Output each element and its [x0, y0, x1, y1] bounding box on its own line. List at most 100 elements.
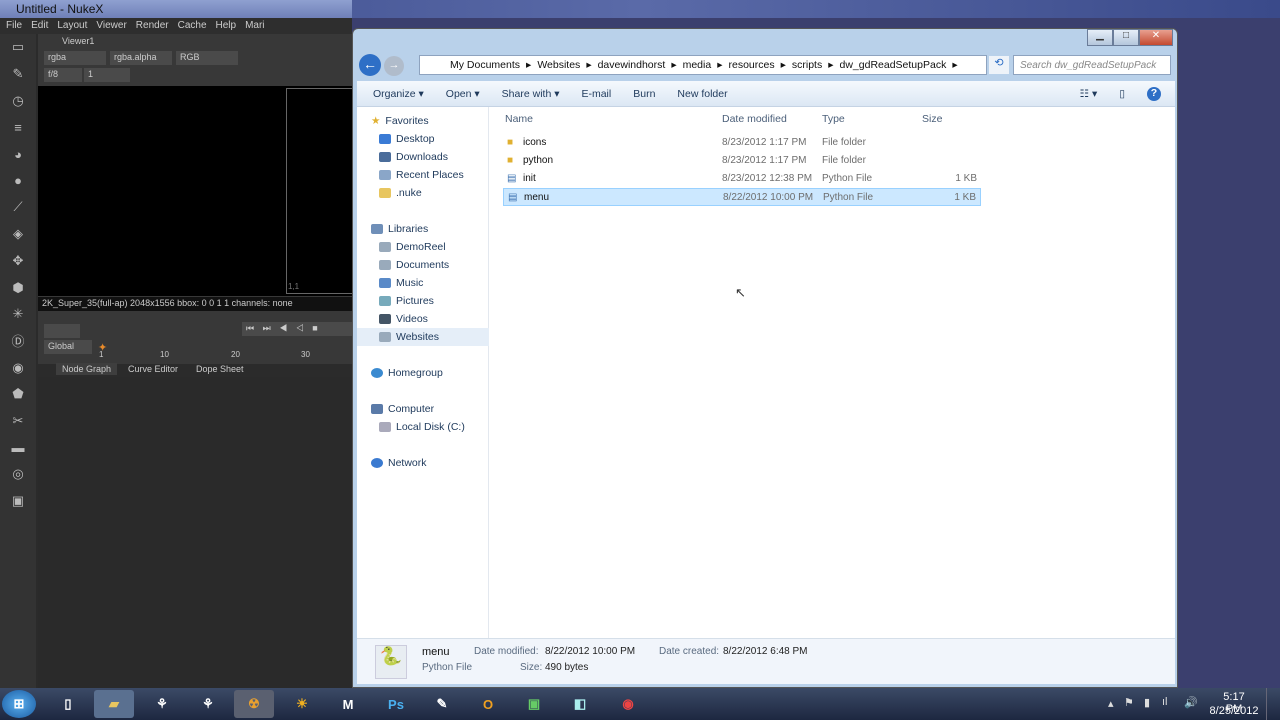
- nav-websites[interactable]: Websites: [357, 328, 489, 346]
- crumb[interactable]: scripts: [792, 59, 822, 71]
- colorspace-dropdown[interactable]: RGB: [176, 51, 238, 65]
- nav-computer[interactable]: Computer: [357, 400, 489, 418]
- nav-local-disk[interactable]: Local Disk (C:): [357, 418, 489, 436]
- taskbar-sun-icon[interactable]: ☀: [282, 690, 322, 718]
- action-center-icon[interactable]: ⚑: [1124, 696, 1134, 709]
- address-bar[interactable]: My Documents▸ Websites▸ davewindhorst▸ m…: [419, 55, 987, 75]
- close-button[interactable]: ✕: [1139, 29, 1173, 46]
- crumb[interactable]: davewindhorst: [598, 59, 666, 71]
- furnace-icon[interactable]: ▬: [0, 434, 36, 461]
- particles-icon[interactable]: ✳: [0, 301, 36, 328]
- viewer-tab[interactable]: Viewer1: [62, 36, 94, 46]
- taskbar-outlook-icon[interactable]: O: [468, 690, 508, 718]
- taskbar-notepad-icon[interactable]: ✎: [422, 690, 462, 718]
- volume-icon[interactable]: 🔊: [1184, 696, 1198, 709]
- nav-pictures[interactable]: Pictures: [357, 292, 489, 310]
- organize-button[interactable]: Organize ▾: [373, 88, 424, 100]
- menu-cache[interactable]: Cache: [178, 20, 207, 32]
- network-tray-icon[interactable]: ıl: [1162, 696, 1168, 708]
- menu-mari[interactable]: Mari: [245, 20, 264, 32]
- gizmo-icon[interactable]: ▣: [0, 488, 36, 515]
- column-size[interactable]: Size: [922, 113, 942, 125]
- taskbar-mari-icon[interactable]: M: [328, 690, 368, 718]
- merge-icon[interactable]: ◈: [0, 221, 36, 248]
- taskbar-app-icon[interactable]: ▯: [48, 690, 88, 718]
- nav-libraries[interactable]: Libraries: [357, 220, 489, 238]
- menu-render[interactable]: Render: [136, 20, 169, 32]
- fstop-control[interactable]: f/8: [44, 68, 82, 82]
- file-row[interactable]: ■icons8/23/2012 1:17 PMFile folder: [503, 134, 981, 152]
- nav-network[interactable]: Network: [357, 454, 489, 472]
- taskbar-app2-icon[interactable]: ▣: [514, 690, 554, 718]
- draw-icon[interactable]: ✎: [0, 61, 36, 88]
- transform-icon[interactable]: ✥: [0, 248, 36, 275]
- nav-recent-places[interactable]: Recent Places: [357, 166, 489, 184]
- search-input[interactable]: Search dw_gdReadSetupPack: [1013, 55, 1171, 75]
- nav-desktop[interactable]: Desktop: [357, 130, 489, 148]
- node-graph[interactable]: [38, 377, 352, 688]
- nav-videos[interactable]: Videos: [357, 310, 489, 328]
- metadata-icon[interactable]: ⬟: [0, 381, 36, 408]
- column-date-modified[interactable]: Date modified: [722, 113, 787, 125]
- view-options-icon[interactable]: ☷ ▾: [1080, 88, 1098, 100]
- nav-demoreel[interactable]: DemoReel: [357, 238, 489, 256]
- forward-button[interactable]: →: [384, 56, 404, 76]
- taskbar-nuke2-icon[interactable]: ⚘: [188, 690, 228, 718]
- image-icon[interactable]: ▭: [0, 34, 36, 61]
- file-row[interactable]: ▤init8/23/2012 12:38 PMPython File1 KB: [503, 170, 981, 188]
- viewer-canvas[interactable]: 1,1: [38, 86, 352, 296]
- column-name[interactable]: Name: [505, 113, 533, 125]
- time-icon[interactable]: ◷: [0, 87, 36, 114]
- filter-icon[interactable]: ●: [0, 167, 36, 194]
- taskbar-app3-icon[interactable]: ◧: [560, 690, 600, 718]
- frame-input[interactable]: [44, 324, 80, 338]
- minimize-button[interactable]: ▁: [1087, 29, 1113, 46]
- nav-downloads[interactable]: Downloads: [357, 148, 489, 166]
- taskbar-explorer-icon[interactable]: ▰: [94, 690, 134, 718]
- open-button[interactable]: Open ▾: [446, 88, 480, 100]
- nav-favorites[interactable]: ★Favorites: [357, 112, 489, 130]
- clock-date[interactable]: 8/25/2012: [1206, 705, 1262, 717]
- power-icon[interactable]: ▮: [1144, 696, 1150, 709]
- preview-pane-icon[interactable]: ▯: [1119, 88, 1125, 100]
- email-button[interactable]: E-mail: [581, 88, 611, 100]
- playback-controls[interactable]: ⏮ ⏭ ◀ ◁ ■: [242, 322, 352, 336]
- tab-node-graph[interactable]: Node Graph: [56, 363, 117, 375]
- menu-viewer[interactable]: Viewer: [96, 20, 126, 32]
- menu-file[interactable]: File: [6, 20, 22, 32]
- crumb[interactable]: media: [683, 59, 712, 71]
- column-type[interactable]: Type: [822, 113, 845, 125]
- crumb[interactable]: My Documents: [450, 59, 520, 71]
- help-icon[interactable]: ?: [1147, 87, 1161, 101]
- crumb[interactable]: dw_gdReadSetupPack: [840, 59, 947, 71]
- tab-dope-sheet[interactable]: Dope Sheet: [190, 363, 250, 375]
- timeline-mode-dropdown[interactable]: Global: [44, 340, 92, 354]
- menu-edit[interactable]: Edit: [31, 20, 48, 32]
- alpha-dropdown[interactable]: rgba.alpha: [110, 51, 172, 65]
- menu-help[interactable]: Help: [216, 20, 237, 32]
- taskbar-nuke-icon[interactable]: ⚘: [142, 690, 182, 718]
- show-desktop-button[interactable]: [1266, 688, 1280, 720]
- keyer-icon[interactable]: ⟋: [0, 194, 36, 221]
- burn-button[interactable]: Burn: [633, 88, 655, 100]
- tab-curve-editor[interactable]: Curve Editor: [122, 363, 184, 375]
- share-with-button[interactable]: Share with ▾: [502, 88, 560, 100]
- crumb[interactable]: Websites: [537, 59, 580, 71]
- nav-music[interactable]: Music: [357, 274, 489, 292]
- refresh-icon[interactable]: ⟲: [989, 56, 1009, 74]
- taskbar-nukex-icon[interactable]: ☢: [234, 690, 274, 718]
- channel-icon[interactable]: ≡: [0, 114, 36, 141]
- new-folder-button[interactable]: New folder: [677, 88, 727, 100]
- show-hidden-icons[interactable]: ▴: [1108, 697, 1114, 710]
- 3d-icon[interactable]: ⬢: [0, 274, 36, 301]
- taskbar-photoshop-icon[interactable]: Ps: [376, 690, 416, 718]
- file-row-selected[interactable]: ▤menu8/22/2012 10:00 PMPython File1 KB: [503, 188, 981, 206]
- nav-homegroup[interactable]: Homegroup: [357, 364, 489, 382]
- color-icon[interactable]: ◕: [0, 141, 36, 168]
- gain-input[interactable]: 1: [84, 68, 130, 82]
- file-row[interactable]: ■python8/23/2012 1:17 PMFile folder: [503, 152, 981, 170]
- other-icon[interactable]: ✂: [0, 408, 36, 435]
- deep-icon[interactable]: Ⓓ: [0, 328, 36, 355]
- views-icon[interactable]: ◉: [0, 354, 36, 381]
- menu-layout[interactable]: Layout: [57, 20, 87, 32]
